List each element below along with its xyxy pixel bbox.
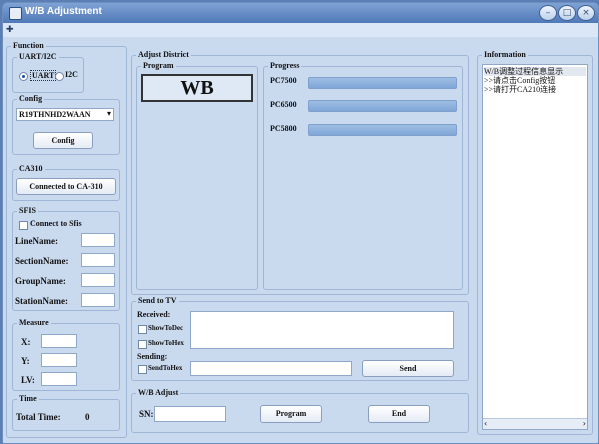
sn-label: SN:	[139, 409, 154, 419]
line-name-input[interactable]	[81, 233, 115, 247]
section-name-label: SectionName:	[15, 256, 69, 266]
sending-label: Sending:	[137, 352, 168, 361]
program-display: WB	[141, 74, 253, 102]
lv-value	[41, 372, 77, 386]
progress-bar-6500	[308, 100, 457, 112]
progress-group: Progress PC7500 PC6500 PC5800	[263, 61, 463, 290]
progress-label-7500: PC7500	[270, 76, 297, 85]
time-group: Time Total Time: 0	[12, 394, 120, 431]
send-to-hex-checkbox[interactable]	[138, 365, 147, 374]
y-label: Y:	[21, 356, 30, 366]
measure-group: Measure X: Y: LV:	[12, 318, 120, 391]
show-to-dec-label: ShowToDec	[148, 324, 184, 332]
progress-label-6500: PC6500	[270, 100, 297, 109]
function-group: Function UART/I2C UART I2C Config R19THN…	[6, 41, 127, 438]
config-button[interactable]: Config	[33, 132, 93, 149]
close-icon[interactable]: ×	[577, 5, 595, 21]
received-label: Received:	[137, 310, 171, 319]
connect-sfis-checkbox[interactable]	[19, 221, 28, 230]
i2c-label[interactable]: I2C	[65, 70, 78, 79]
main-window: W/B Adjustment – □ × ✚ Function UART/I2C…	[2, 2, 599, 444]
send-to-tv-group: Send to TV Received: ShowToDec ShowToHex…	[131, 296, 469, 381]
time-legend: Time	[17, 394, 39, 403]
station-name-input[interactable]	[81, 293, 115, 307]
info-line: >>请点击Config按钮	[484, 76, 556, 85]
show-to-hex-label: ShowToHex	[148, 339, 184, 347]
wb-adjust-group: W/B Adjust SN: Program End	[131, 388, 469, 433]
sfis-legend: SFIS	[17, 206, 38, 215]
horizontal-scrollbar[interactable]: ‹ ›	[483, 418, 587, 429]
scroll-right-icon[interactable]: ›	[583, 419, 586, 429]
program-group: Program WB	[136, 61, 258, 290]
maximize-icon[interactable]: □	[558, 5, 576, 21]
progress-legend: Progress	[268, 61, 302, 70]
config-group: Config R19THNHD2WAAN ▾ Config	[12, 94, 120, 155]
total-time-label: Total Time:	[16, 412, 61, 422]
ca310-group: CA310 Connected to CA-310	[12, 164, 120, 201]
progress-bar-7500	[308, 77, 457, 89]
lv-label: LV:	[21, 375, 35, 385]
progress-label-5800: PC5800	[270, 124, 297, 133]
uart-i2c-legend: UART/I2C	[17, 52, 59, 61]
end-button[interactable]: End	[368, 405, 430, 423]
sending-input[interactable]	[190, 361, 352, 376]
sn-input[interactable]	[154, 406, 226, 422]
program-legend: Program	[141, 61, 176, 70]
send-to-hex-label: SendToHex	[148, 364, 183, 372]
show-to-dec-checkbox[interactable]	[138, 325, 147, 334]
uart-i2c-group: UART/I2C UART I2C	[12, 52, 84, 93]
config-select[interactable]: R19THNHD2WAAN ▾	[16, 108, 114, 121]
config-select-value: R19THNHD2WAAN	[19, 110, 91, 119]
window-title: W/B Adjustment	[25, 6, 102, 17]
information-legend: Information	[482, 50, 528, 59]
adjust-district-legend: Adjust District	[136, 50, 191, 59]
title-bar[interactable]: W/B Adjustment – □ ×	[3, 3, 598, 23]
group-name-label: GroupName:	[15, 276, 66, 286]
uart-label[interactable]: UART	[30, 70, 57, 81]
chevron-down-icon[interactable]: ▾	[107, 109, 111, 118]
minimize-icon[interactable]: –	[539, 5, 557, 21]
information-log[interactable]: W/B调整过程信息显示 >>请点击Config按钮 >>请打开CA210连接 ‹…	[482, 64, 588, 430]
uart-radio[interactable]	[19, 72, 28, 81]
total-time-value: 0	[85, 412, 90, 422]
information-group: Information W/B调整过程信息显示 >>请点击Config按钮 >>…	[477, 50, 593, 435]
scroll-left-icon[interactable]: ‹	[484, 419, 487, 429]
wb-adjust-legend: W/B Adjust	[136, 388, 181, 397]
send-button[interactable]: Send	[362, 360, 454, 377]
connect-sfis-label: Connect to Sfis	[30, 219, 82, 228]
ca310-legend: CA310	[17, 164, 45, 173]
connect-ca310-button[interactable]: Connected to CA-310	[16, 178, 116, 195]
adjust-district-group: Adjust District Program WB Progress PC75…	[131, 50, 469, 295]
info-line: W/B调整过程信息显示	[484, 67, 586, 76]
tool-icon[interactable]: ✚	[6, 25, 17, 35]
progress-bar-5800	[308, 124, 457, 136]
toolbar: ✚	[3, 23, 598, 37]
i2c-radio[interactable]	[55, 72, 64, 81]
x-value	[41, 334, 77, 348]
send-to-tv-legend: Send to TV	[136, 296, 179, 305]
program-button[interactable]: Program	[260, 405, 322, 423]
group-name-input[interactable]	[81, 273, 115, 287]
app-icon	[9, 7, 22, 20]
section-name-input[interactable]	[81, 253, 115, 267]
x-label: X:	[21, 337, 31, 347]
info-line: >>请打开CA210连接	[484, 85, 557, 94]
received-textarea[interactable]	[190, 311, 454, 349]
config-legend: Config	[17, 94, 45, 103]
line-name-label: LineName:	[15, 236, 58, 246]
station-name-label: StationName:	[15, 296, 68, 306]
y-value	[41, 353, 77, 367]
sfis-group: SFIS Connect to Sfis LineName: SectionNa…	[12, 206, 120, 311]
measure-legend: Measure	[17, 318, 51, 327]
show-to-hex-checkbox[interactable]	[138, 340, 147, 349]
function-legend: Function	[11, 41, 46, 50]
